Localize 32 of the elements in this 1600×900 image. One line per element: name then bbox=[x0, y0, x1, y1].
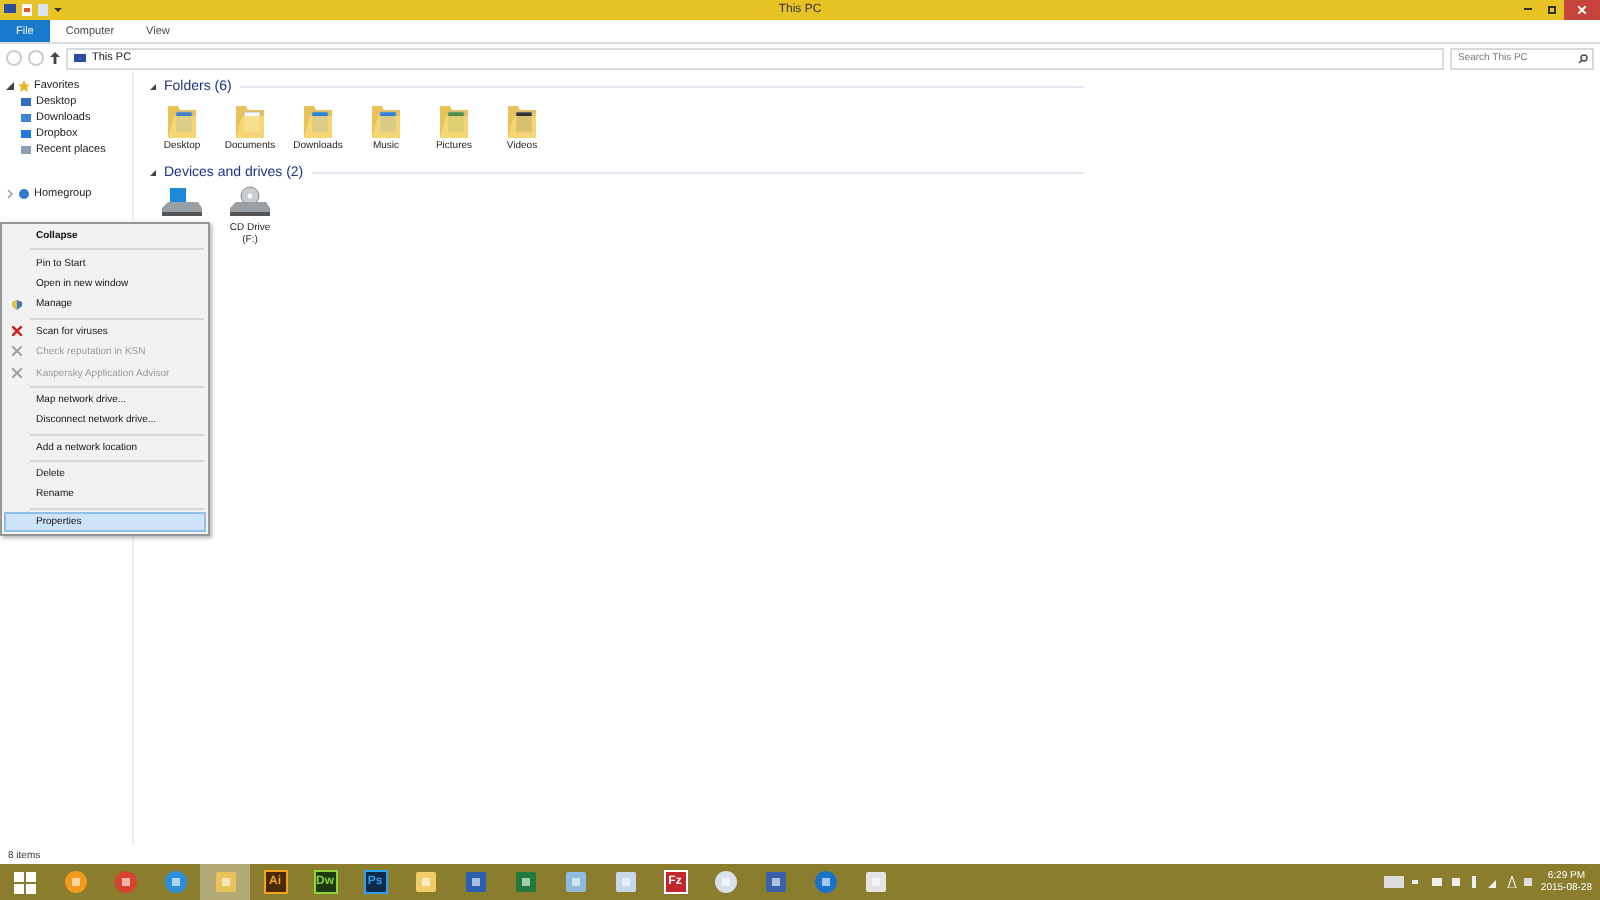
drive-icon[interactable] bbox=[160, 185, 204, 221]
app-icon bbox=[613, 870, 637, 894]
app-icon bbox=[863, 870, 887, 894]
app-icon bbox=[413, 870, 437, 894]
expanded-arrow-icon[interactable] bbox=[150, 84, 156, 90]
app-icon bbox=[563, 870, 587, 894]
close-icon bbox=[1578, 6, 1586, 14]
app-icon bbox=[813, 870, 837, 894]
app-icon bbox=[513, 870, 537, 894]
folder-icon[interactable] bbox=[506, 100, 538, 140]
app-icon bbox=[63, 870, 87, 894]
app-icon bbox=[713, 870, 737, 894]
app-icon bbox=[463, 870, 487, 894]
app-icon bbox=[763, 870, 787, 894]
dropdown-icon[interactable] bbox=[54, 6, 62, 14]
app-icon bbox=[113, 870, 137, 894]
maximize-icon bbox=[1548, 6, 1556, 14]
tray-icons-drawing[interactable] bbox=[1412, 876, 1533, 888]
app-icon bbox=[163, 870, 187, 894]
star-icon bbox=[18, 80, 30, 92]
expanded-arrow-icon[interactable] bbox=[6, 82, 14, 90]
search-icon bbox=[1578, 53, 1588, 63]
expanded-arrow-icon[interactable] bbox=[150, 169, 156, 175]
keyboard-icon[interactable] bbox=[1384, 876, 1405, 888]
taskbar-button[interactable] bbox=[200, 864, 250, 900]
minimize-icon bbox=[1524, 8, 1532, 12]
app-icon bbox=[213, 870, 237, 894]
windows-logo-icon bbox=[14, 871, 36, 893]
shield-icon bbox=[12, 299, 22, 310]
up-arrow-icon[interactable] bbox=[50, 52, 60, 64]
cd-drive-icon[interactable] bbox=[228, 185, 272, 221]
close-button[interactable] bbox=[1564, 0, 1600, 20]
